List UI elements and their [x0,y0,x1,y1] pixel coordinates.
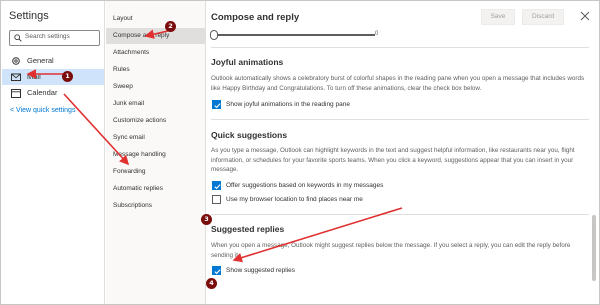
menu-item-compose-and-reply[interactable]: Compose and reply [106,28,206,44]
joyful-animations-description: Outlook automatically shows a celebrator… [211,75,585,92]
scrollbar-thumb[interactable] [592,215,596,281]
discard-button[interactable]: Discard [522,9,564,25]
search-placeholder: Search settings [25,33,70,40]
menu-item-automatic-replies[interactable]: Automatic replies [106,181,206,197]
slider-track [213,34,375,36]
mail-settings-menu: Layout Compose and reply Attachments Rul… [106,1,206,304]
joyful-animations-heading: Joyful animations [211,57,284,67]
view-quick-settings-link[interactable]: < View quick settings [10,107,75,114]
view-quick-settings-label: View quick settings [16,107,76,114]
menu-item-sync-email[interactable]: Sync email [106,130,206,146]
slider-value: 0 [375,31,379,37]
checkmark-icon [214,103,221,109]
settings-title: Settings [9,10,49,22]
menu-item-forwarding[interactable]: Forwarding [106,164,206,180]
menu-item-layout[interactable]: Layout [106,11,206,27]
menu-item-attachments[interactable]: Attachments [106,45,206,61]
slider-thumb[interactable] [210,30,218,40]
compose-reply-panel: Compose and reply Save Discard 0 Joyful … [207,1,598,304]
menu-item-customize-actions[interactable]: Customize actions [106,113,206,129]
suggested-replies-checkbox[interactable] [212,266,221,275]
menu-item-message-handling[interactable]: Message handling [106,147,206,163]
nav-item-calendar[interactable]: Calendar [2,85,104,101]
calendar-icon [11,89,21,98]
keyword-suggestions-checkbox[interactable] [212,181,221,190]
annotation-badge-1: 1 [62,71,73,82]
nav-item-mail[interactable]: Mail [2,69,104,85]
divider [211,47,589,48]
quick-suggestions-description: As you type a message, Outlook can highl… [211,147,575,173]
keyword-suggestions-label: Offer suggestions based on keywords in m… [226,182,384,189]
mail-icon [11,73,21,81]
joyful-animations-checkbox-label: Show joyful animations in the reading pa… [226,101,350,108]
menu-item-subscriptions[interactable]: Subscriptions [106,198,206,214]
nav-item-label: General [27,56,54,65]
close-icon[interactable] [579,10,591,22]
search-icon [14,34,22,42]
search-input[interactable]: Search settings [9,30,100,46]
nav-item-general[interactable]: General [2,53,104,69]
annotation-badge-2: 2 [165,21,176,32]
suggested-replies-heading: Suggested replies [211,224,285,234]
settings-nav-pane: Settings Search settings General Mail Ca… [1,1,105,304]
gear-icon [12,57,20,65]
suggested-replies-label: Show suggested replies [226,267,296,274]
panel-title: Compose and reply [211,12,300,23]
divider [211,214,589,215]
checkmark-icon [214,184,221,190]
browser-location-checkbox[interactable] [212,195,221,204]
checkmark-icon [214,269,221,275]
menu-item-rules[interactable]: Rules [106,62,206,78]
nav-item-label: Mail [27,72,41,81]
menu-item-junk-email[interactable]: Junk email [106,96,206,112]
save-button[interactable]: Save [481,9,515,25]
menu-item-sweep[interactable]: Sweep [106,79,206,95]
annotation-badge-4: 4 [206,278,217,289]
annotation-badge-3: 3 [201,214,212,225]
joyful-animations-checkbox[interactable] [212,100,221,109]
nav-item-label: Calendar [27,88,58,97]
browser-location-label: Use my browser location to find places n… [226,196,363,203]
suggested-replies-description: When you open a message, Outlook might s… [211,242,571,259]
quick-suggestions-heading: Quick suggestions [211,130,288,140]
divider [211,119,589,120]
